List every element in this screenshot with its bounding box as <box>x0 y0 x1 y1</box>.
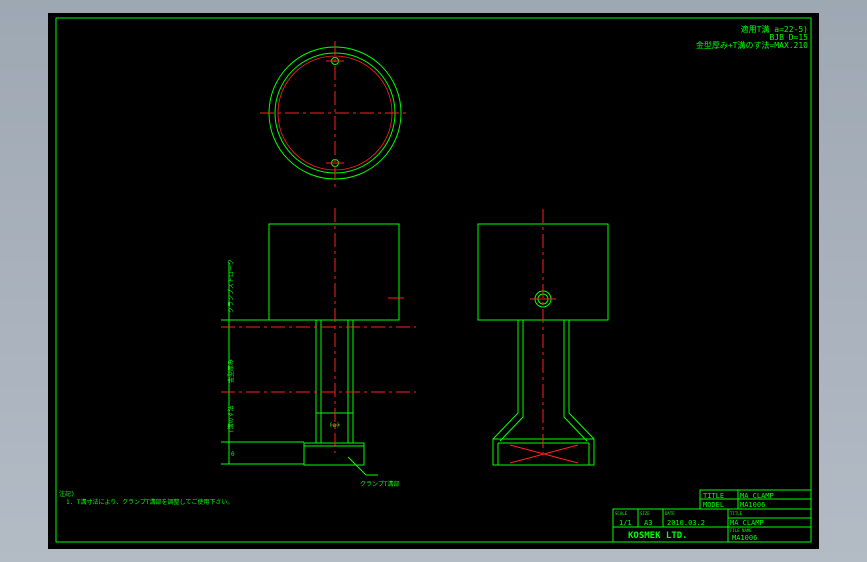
tb-scale-label: SCALE <box>615 511 628 516</box>
tb-scale-value: 1/1 <box>619 519 632 527</box>
note-top-3: 金型厚み+T溝のす法=MAX.210 <box>696 40 808 50</box>
front-head <box>268 223 400 321</box>
tb-size-label: SIZE <box>640 511 650 516</box>
tb-model-value: MA1006 <box>740 501 765 509</box>
drawing-border <box>55 17 812 543</box>
tb-file-label: FILE NAME <box>730 528 752 533</box>
tb-title-value: MA CLAMP <box>740 492 774 500</box>
tb-title-label: TITLE <box>703 492 724 500</box>
front-view <box>221 223 400 476</box>
remarks-line-1: 1. T溝寸法により、クランプT溝部を調整してご使用下さい。 <box>66 498 233 506</box>
tb-title2-label: TITLE <box>730 511 743 516</box>
tb-file-value: MA1006 <box>732 534 757 542</box>
dim-tslot: T溝のす法 <box>227 405 235 433</box>
tb-date-value: 2010.03.2 <box>667 519 705 527</box>
top-view-centerlines <box>260 41 410 189</box>
tb-title2-value: MA CLAMP <box>730 519 764 527</box>
tb-date-label: DATE <box>665 511 675 516</box>
leader-label: クランプT溝部 <box>360 480 399 488</box>
remarks-heading: 注記) <box>59 490 75 498</box>
side-view-centerlines <box>509 209 579 464</box>
company-logo: KOSMEK LTD. <box>628 531 688 541</box>
dim-clamp-stroke: クランプストローク <box>228 259 235 313</box>
dim-zero: 0 <box>231 451 235 458</box>
tb-model-label: MODEL <box>703 501 724 509</box>
dim-paren-a: (a) <box>329 422 340 429</box>
dim-mold-thickness: 金型厚み <box>227 359 235 383</box>
drawing-canvas[interactable]: 適用T溝 a=22-5) BJB D=15 金型厚み+T溝のす法=MAX.210… <box>48 13 819 549</box>
tb-size-value: A3 <box>644 519 652 527</box>
drawing-sheet[interactable]: 適用T溝 a=22-5) BJB D=15 金型厚み+T溝のす法=MAX.210… <box>48 13 819 549</box>
front-view-centerlines <box>221 208 416 453</box>
